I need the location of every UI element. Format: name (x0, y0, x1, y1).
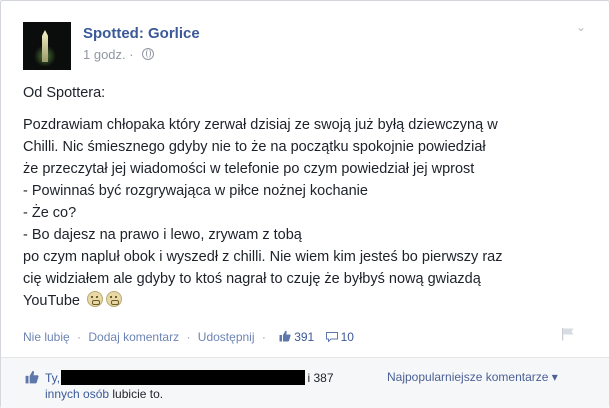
post-line: po czym napluł obok i wyszedł z chilli. … (23, 249, 503, 265)
chevron-down-icon: ▾ (551, 370, 558, 384)
share-button[interactable]: Udostępnij (198, 330, 255, 344)
post-line-text: YouTube (23, 293, 80, 309)
post-actions: Nie lubię · Dodaj komentarz · Udostępnij… (23, 330, 354, 344)
add-comment-button[interactable]: Dodaj komentarz (88, 330, 179, 344)
likes-you-link[interactable]: Ty, (45, 371, 60, 385)
globe-icon[interactable] (142, 48, 155, 60)
comments-count[interactable]: 10 (341, 330, 354, 344)
meta-dot: · (129, 47, 138, 62)
chevron-down-icon[interactable]: ⌄ (575, 21, 587, 33)
page-avatar[interactable] (23, 22, 71, 70)
redacted-names (61, 370, 306, 385)
emoji-icon (106, 291, 123, 307)
thumbs-up-icon (25, 370, 39, 384)
likes-bar: Ty, i 387 innych osób lubicie to. Najpop… (1, 357, 609, 408)
like-this-text: lubicie to. (112, 387, 164, 401)
post-line: - Bo dajesz na prawo i lewo, zrywam z to… (23, 227, 302, 243)
post-line: - Że co? (23, 205, 77, 221)
post-line: Od Spottera: (23, 85, 106, 101)
post-line-last: YouTube (23, 290, 593, 312)
likes-summary: Ty, i 387 (45, 370, 334, 385)
other-people-link[interactable]: innych osób (45, 387, 109, 401)
flag-icon[interactable] (561, 327, 575, 341)
likes-count[interactable]: 391 (294, 330, 314, 344)
post-meta: 1 godz. · (83, 47, 155, 62)
action-separator: · (261, 330, 266, 344)
emoji-icon (87, 291, 104, 307)
post-line: - Powinnaś być rozgrywająca w piłce nożn… (23, 183, 368, 199)
thumbs-up-icon[interactable] (279, 330, 291, 342)
post-time[interactable]: 1 godz. (83, 47, 126, 62)
comment-sort-dropdown[interactable]: Najpopularniejsze komentarze ▾ (387, 370, 558, 384)
comment-sort-label: Najpopularniejsze komentarze (387, 370, 549, 384)
post-line: cię widziałem ale gdyby to ktoś nagrał t… (23, 271, 481, 287)
post-line-blank (23, 104, 593, 114)
post-line: Pozdrawiam chłopaka który zerwał dzisiaj… (23, 117, 498, 133)
post-line: Chilli. Nic śmiesznego gdyby nie to że n… (23, 139, 486, 155)
likes-others-count: i 387 (307, 371, 334, 385)
comment-icon[interactable] (325, 332, 338, 342)
post-body: Od Spottera: Pozdrawiam chłopaka który z… (23, 82, 593, 312)
page-name-link[interactable]: Spotted: Gorlice (83, 25, 200, 42)
action-separator: · (77, 330, 82, 344)
unlike-button[interactable]: Nie lubię (23, 330, 70, 344)
post-line: że przeczytał jej wiadomości w telefonie… (23, 161, 475, 177)
post-card: Spotted: Gorlice 1 godz. · ⌄ Od Spottera… (0, 0, 610, 408)
likes-summary-line2: innych osób lubicie to. (45, 387, 163, 401)
action-separator: · (186, 330, 191, 344)
